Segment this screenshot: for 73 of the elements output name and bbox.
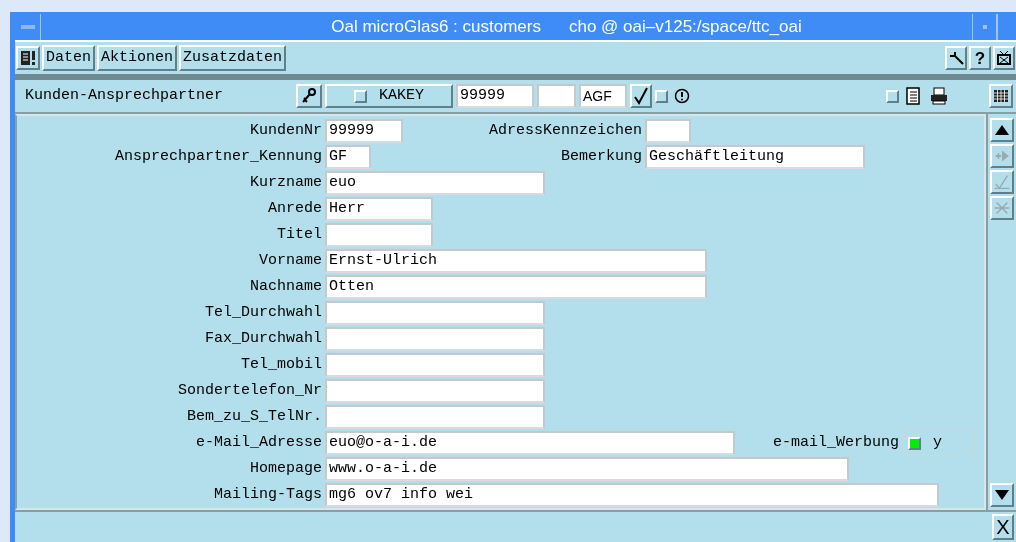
field-label: Mailing-Tags [212, 484, 323, 505]
minus-icon [20, 25, 35, 29]
field-label: Ansprechpartner_Kennung [113, 146, 323, 167]
scroll-down-button[interactable] [990, 483, 1014, 507]
field-label: Kurzname [249, 172, 323, 193]
key-button[interactable] [296, 84, 322, 108]
checkbox[interactable] [886, 89, 899, 103]
wrench-icon [948, 50, 964, 66]
checkmark-icon [633, 87, 649, 105]
field-label: Bem_zu_S_TelNr. [185, 406, 323, 427]
text-field[interactable]: 99999 [325, 119, 403, 143]
field-label: Sondertelefon_Nr [176, 380, 323, 401]
confirm-button[interactable] [630, 84, 652, 108]
field-label: Nachname [249, 276, 323, 297]
menu-item[interactable]: Zusatzdaten [179, 45, 287, 71]
grid-icon [994, 90, 1008, 102]
close-button[interactable]: X [992, 514, 1014, 540]
list-icon [20, 50, 36, 66]
kakey-button[interactable]: KAKEY [325, 84, 453, 108]
checkbox[interactable] [655, 89, 668, 103]
menu-item[interactable]: Aktionen [97, 45, 178, 71]
checkbox[interactable] [354, 89, 367, 103]
text-field[interactable]: GF [325, 145, 371, 169]
scroll-up-button[interactable] [990, 118, 1014, 142]
text-field[interactable]: Herr [325, 197, 433, 221]
exit-button[interactable] [993, 46, 1015, 70]
text-field[interactable] [645, 119, 691, 143]
key-icon [301, 88, 317, 104]
field-label: Tel_mobil [240, 354, 323, 375]
field-label: Fax_Durchwahl [203, 328, 323, 349]
grid-view-button[interactable] [989, 84, 1013, 108]
text-field[interactable] [537, 84, 576, 108]
text-field[interactable] [325, 405, 545, 429]
tv-icon [996, 50, 1012, 66]
text-field[interactable]: Geschäftleitung [645, 145, 865, 169]
checkbox-value: y [933, 432, 942, 453]
text-field[interactable]: www.o-a-i.de [325, 457, 849, 481]
help-button[interactable]: ? [969, 46, 991, 70]
text-field[interactable]: mg6 ov7 info wei [325, 483, 939, 507]
checkbox[interactable] [908, 436, 921, 450]
form-name: Kunden-Ansprechpartner [25, 85, 225, 106]
settings-button[interactable] [945, 46, 967, 70]
list-menu-button[interactable] [16, 46, 40, 70]
text-field[interactable]: euo [325, 171, 545, 195]
down-triangle-icon [995, 490, 1009, 500]
text-field[interactable]: AGF [579, 84, 627, 108]
up-triangle-icon [995, 125, 1009, 135]
text-field[interactable] [325, 301, 545, 325]
text-field[interactable] [325, 223, 433, 247]
window-title: Oal microGlas6 : customers [331, 16, 541, 39]
checkmark-icon [993, 173, 1011, 191]
printer-icon [930, 87, 948, 105]
window-subtitle: cho @ oai–v125:/space/ttc_oai [569, 16, 802, 39]
text-field[interactable] [325, 353, 545, 377]
field-label: e-mail_Werbung [771, 432, 900, 453]
field-label: e-Mail_Adresse [194, 432, 323, 453]
field-label: Vorname [258, 250, 323, 271]
text-field[interactable]: Otten [325, 275, 707, 299]
field-label: Homepage [249, 458, 323, 479]
text-field[interactable]: Ernst-Ulrich [325, 249, 707, 273]
field-label: Anrede [267, 198, 323, 219]
field-label: Bemerkung [560, 146, 643, 167]
text-field[interactable] [325, 379, 545, 403]
menu-item[interactable]: Daten [42, 45, 95, 71]
field-label: KundenNr [249, 120, 323, 141]
text-field[interactable] [325, 327, 545, 351]
field-label: AdressKennzeichen [487, 120, 643, 141]
text-field[interactable]: 99999 [456, 84, 534, 108]
document-icon [906, 87, 920, 105]
field-label: Titel [276, 224, 323, 245]
exclamation-circle-icon [674, 88, 690, 104]
field-label: Tel_Durchwahl [203, 302, 323, 323]
text-field[interactable]: euo@o-a-i.de [325, 431, 735, 455]
